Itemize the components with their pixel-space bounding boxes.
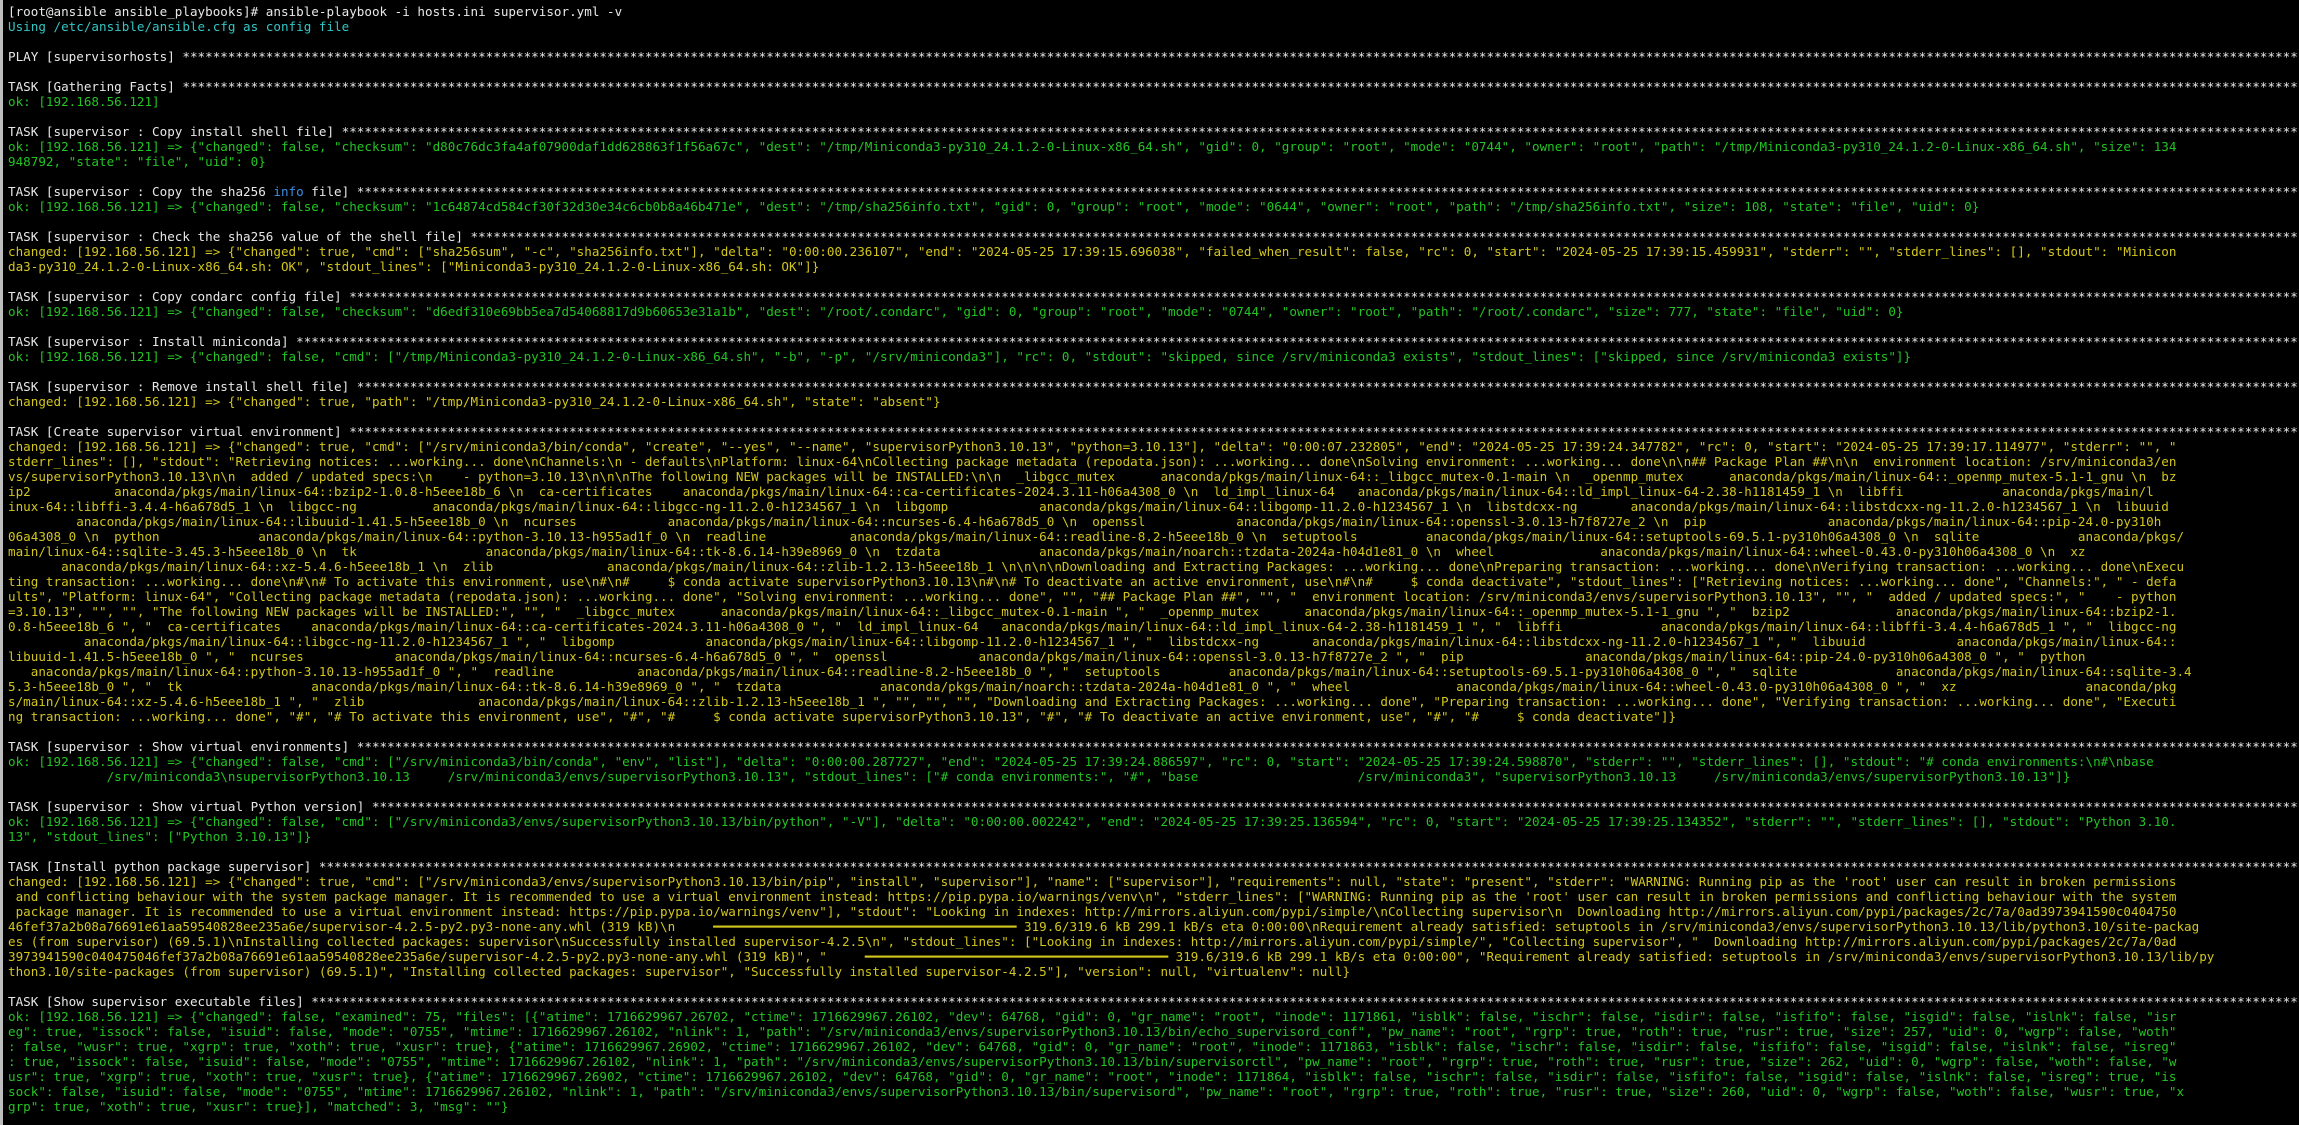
terminal-line: ults", "Platform: linux-64", "Collecting… [8, 589, 2177, 604]
terminal-line: 13", "stdout_lines": ["Python 3.10.13"]} [8, 829, 312, 844]
terminal-line: and conflicting behaviour with the syste… [8, 889, 2177, 904]
terminal-line: anaconda/pkgs/main/linux-64::python-3.10… [8, 664, 2192, 679]
terminal-line: [root@ansible ansible_playbooks]# ansibl… [8, 4, 623, 19]
terminal-line: ok: [192.168.56.121] [8, 94, 160, 109]
terminal-line: stderr_lines": [], "stdout": "Retrieving… [8, 454, 2177, 469]
terminal-line: =3.10.13", "", "", "The following NEW pa… [8, 604, 2177, 619]
terminal-line: eg": true, "issock": false, "isuid": fal… [8, 1024, 2177, 1039]
terminal-line: ip2 anaconda/pkgs/main/linux-64::bzip2-1… [8, 484, 2154, 499]
terminal-line: ng transaction: ...working... done", "#"… [8, 709, 1677, 724]
terminal-line: s/main/linux-64::xz-5.4.6-h5eee18b_1 ", … [8, 694, 2177, 709]
terminal-line: changed: [192.168.56.121] => {"changed":… [8, 439, 2177, 454]
terminal-line: TASK [supervisor : Show virtual environm… [8, 739, 2299, 754]
terminal-line: TASK [supervisor : Copy the sha256 info … [8, 184, 2299, 199]
terminal-line: TASK [Gathering Facts] *****************… [8, 79, 2299, 94]
terminal-line: main/linux-64::sqlite-3.45.3-h5eee18b_0 … [8, 544, 2086, 559]
terminal-line: usr": true, "xgrp": true, "xoth": true, … [8, 1069, 2177, 1084]
terminal-line: da3-py310_24.1.2-0-Linux-x86_64.sh: OK",… [8, 259, 820, 274]
terminal-line: 0.8-h5eee18b_6 ", " ca-certificates anac… [8, 619, 2177, 634]
terminal-line: vs/supervisorPython3.10.13\n\n added / u… [8, 469, 2177, 484]
terminal-line: 46fef37a2b08a76691e61aa59540828ee235a6e/… [8, 919, 2200, 934]
terminal-output[interactable]: [root@ansible ansible_playbooks]# ansibl… [0, 0, 2299, 1125]
terminal-line: 948792, "state": "file", "uid": 0} [8, 154, 266, 169]
terminal-line: ok: [192.168.56.121] => {"changed": fals… [8, 349, 1912, 364]
terminal-line: ok: [192.168.56.121] => {"changed": fals… [8, 814, 2177, 829]
terminal-line: : true, "issock": false, "isuid": false,… [8, 1054, 2177, 1069]
terminal-line: TASK [Create supervisor virtual environm… [8, 424, 2299, 439]
terminal-line: TASK [supervisor : Remove install shell … [8, 379, 2299, 394]
terminal-line: ok: [192.168.56.121] => {"changed": fals… [8, 139, 2177, 154]
keyword-highlight: info [273, 184, 304, 199]
terminal-line: ting transaction: ...working... done\n#\… [8, 574, 2177, 589]
terminal-line: ok: [192.168.56.121] => {"changed": fals… [8, 1009, 2177, 1024]
terminal-line: TASK [Show supervisor executable files] … [8, 994, 2299, 1009]
terminal-line: 06a4308_0 \n python anaconda/pkgs/main/l… [8, 529, 2185, 544]
terminal-line: anaconda/pkgs/main/linux-64::xz-5.4.6-h5… [8, 559, 2185, 574]
terminal-line: TASK [supervisor : Copy condarc config f… [8, 289, 2299, 304]
terminal-line: 3973941590c040475046fef37a2b08a76691e61a… [8, 949, 2215, 964]
terminal-line: es (from supervisor) (69.5.1)\nInstallin… [8, 934, 2177, 949]
terminal-line: ok: [192.168.56.121] => {"changed": fals… [8, 304, 1904, 319]
terminal-line: TASK [supervisor : Copy install shell fi… [8, 124, 2299, 139]
terminal-line: changed: [192.168.56.121] => {"changed":… [8, 244, 2177, 259]
terminal-line: inux-64::libffi-3.4.4-h6a678d5_1 \n libg… [8, 499, 2169, 514]
terminal-line: changed: [192.168.56.121] => {"changed":… [8, 874, 2177, 889]
terminal-line: sock": false, "isuid": false, "mode": "0… [8, 1084, 2185, 1099]
terminal-line: libuuid-1.41.5-h5eee18b_0 ", " ncurses a… [8, 649, 2086, 664]
terminal-line: Using /etc/ansible/ansible.cfg as config… [8, 19, 350, 34]
terminal-line: /srv/miniconda3\nsupervisorPython3.10.13… [8, 769, 2071, 784]
terminal-line: TASK [supervisor : Show virtual Python v… [8, 799, 2299, 814]
terminal-line: : false, "wusr": true, "xgrp": true, "xo… [8, 1039, 2177, 1054]
terminal-line: TASK [supervisor : Check the sha256 valu… [8, 229, 2299, 244]
terminal-line: changed: [192.168.56.121] => {"changed":… [8, 394, 941, 409]
terminal-line: ok: [192.168.56.121] => {"changed": fals… [8, 754, 2154, 769]
terminal-line: grp": true, "xoth": true, "xusr": true}]… [8, 1099, 509, 1114]
terminal-line: 5.3-h5eee18b_0 ", " tk anaconda/pkgs/mai… [8, 679, 2177, 694]
terminal-line: anaconda/pkgs/main/linux-64::libgcc-ng-1… [8, 634, 2177, 649]
terminal-line: package manager. It is recommended to us… [8, 904, 2177, 919]
terminal-line: anaconda/pkgs/main/linux-64::libuuid-1.4… [8, 514, 2162, 529]
terminal-line: thon3.10/site-packages (from supervisor)… [8, 964, 1351, 979]
terminal-line: PLAY [supervisorhosts] *****************… [8, 49, 2299, 64]
terminal-line: TASK [supervisor : Install miniconda] **… [8, 334, 2299, 349]
terminal-line: ok: [192.168.56.121] => {"changed": fals… [8, 199, 1980, 214]
terminal-line: TASK [Install python package supervisor]… [8, 859, 2299, 874]
